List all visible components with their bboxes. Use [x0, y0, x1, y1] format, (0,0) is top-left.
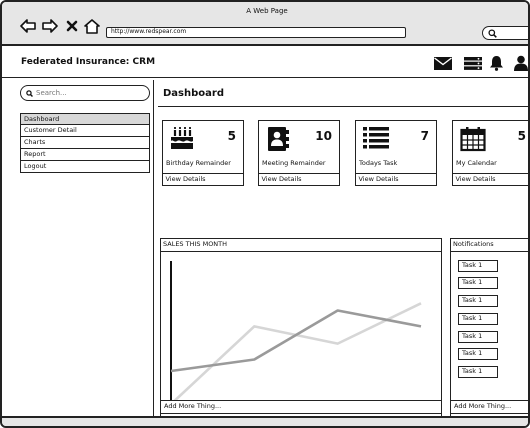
card-todays-task: 7 Todays Task View Details — [354, 120, 437, 186]
card-my-calendar: 5 My Calendar View Details — [451, 120, 528, 186]
task-item[interactable]: Task 1 — [458, 260, 498, 272]
forward-arrow-icon[interactable] — [42, 18, 58, 34]
series-line-1 — [170, 309, 422, 373]
user-icon[interactable] — [514, 55, 528, 71]
browser-search-box[interactable] — [482, 26, 528, 40]
sidebar-menu: Dashboard Customer Detail Charts Report … — [20, 113, 150, 173]
card-label: Todays Task — [359, 159, 398, 167]
task-item[interactable]: Task 1 — [458, 366, 498, 378]
sidebar-search-input[interactable]: Search... — [20, 85, 150, 101]
divider — [451, 251, 528, 252]
storage-icon[interactable] — [464, 57, 482, 70]
browser-window: A Web Page http://www.redspear.com Feder… — [0, 0, 530, 428]
add-more-thing-button[interactable]: Add More Thing... — [450, 400, 528, 414]
view-details-button[interactable]: View Details — [257, 173, 340, 186]
view-details-button[interactable]: View Details — [161, 173, 244, 186]
contact-book-icon — [268, 127, 289, 151]
search-icon — [26, 89, 33, 97]
window-title: A Web Page — [246, 7, 288, 15]
task-item[interactable]: Task 1 — [458, 348, 498, 360]
mail-icon[interactable] — [434, 57, 452, 70]
address-bar[interactable]: http://www.redspear.com — [106, 27, 406, 38]
home-icon[interactable] — [84, 18, 100, 34]
card-label: Birthday Remainder — [166, 159, 231, 167]
sidebar-item-charts[interactable]: Charts — [20, 137, 150, 149]
page-title: Dashboard — [163, 88, 224, 99]
task-item[interactable]: Task 1 — [458, 277, 498, 289]
list-icon — [363, 127, 389, 149]
card-label: Meeting Remainder — [262, 159, 326, 167]
search-icon — [488, 29, 497, 38]
sidebar-search-placeholder: Search... — [36, 88, 67, 97]
close-icon[interactable] — [64, 18, 80, 34]
sidebar-item-logout[interactable]: Logout — [20, 161, 150, 173]
card-count: 5 — [517, 129, 526, 143]
view-details-button[interactable]: View Details — [354, 173, 437, 186]
birthday-cake-icon — [171, 127, 193, 149]
sidebar-item-customer-detail[interactable]: Customer Detail — [20, 125, 150, 137]
card-label: My Calendar — [456, 159, 497, 167]
main-content: Dashboard 5 Birthday Remainder View Deta… — [154, 80, 528, 426]
app-header: Federated Insurance: CRM — [2, 48, 528, 78]
card-count: 7 — [420, 129, 429, 143]
card-count: 10 — [315, 129, 332, 143]
notifications-title: Notifications — [453, 240, 494, 248]
view-details-button[interactable]: View Details — [451, 173, 528, 186]
sidebar-item-report[interactable]: Report — [20, 149, 150, 161]
task-item[interactable]: Task 1 — [458, 295, 498, 307]
divider — [161, 251, 441, 252]
back-arrow-icon[interactable] — [20, 18, 36, 34]
calendar-icon — [460, 127, 486, 152]
sidebar-item-dashboard[interactable]: Dashboard — [20, 113, 150, 125]
task-item[interactable]: Task 1 — [458, 331, 498, 343]
app-title: Federated Insurance: CRM — [21, 57, 156, 67]
browser-titlebar: A Web Page http://www.redspear.com — [2, 2, 528, 46]
bell-icon[interactable] — [489, 55, 504, 71]
browser-status-bar — [2, 416, 528, 426]
card-meeting-remainder: 10 Meeting Remainder View Details — [257, 120, 340, 186]
task-item[interactable]: Task 1 — [458, 313, 498, 325]
card-birthday-remainder: 5 Birthday Remainder View Details — [161, 120, 244, 186]
divider — [158, 106, 528, 107]
sidebar: Search... Dashboard Customer Detail Char… — [16, 80, 154, 418]
chart-title: SALES THIS MONTH — [163, 240, 228, 248]
card-count: 5 — [227, 129, 236, 143]
add-more-thing-button[interactable]: Add More Thing... — [160, 400, 442, 414]
